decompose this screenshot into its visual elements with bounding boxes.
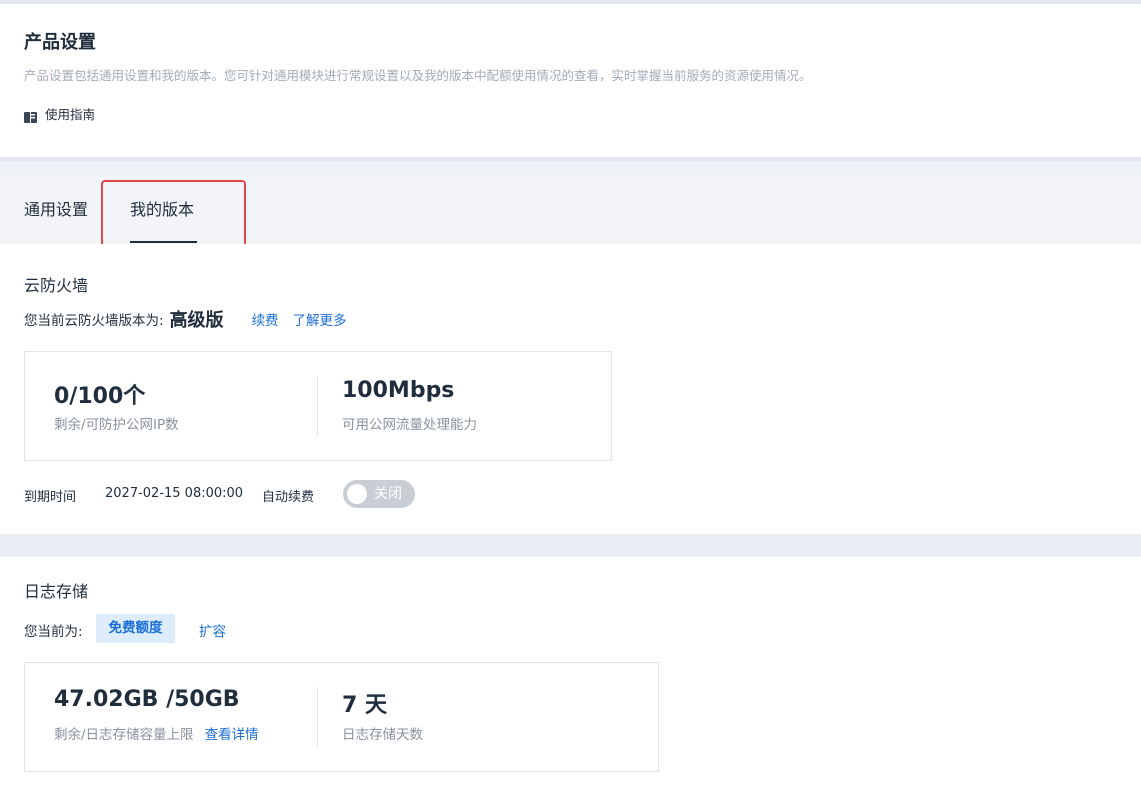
toggle-knob: [347, 484, 367, 504]
view-details-link[interactable]: 查看详情: [205, 727, 259, 743]
usage-guide-label: 使用指南: [45, 107, 96, 122]
page-title: 产品设置: [24, 32, 96, 53]
tab-general-settings[interactable]: 通用设置: [24, 176, 88, 244]
protectable-ip-label: 剩余/可防护公网IP数: [54, 417, 179, 433]
storage-capacity-value: 47.02GB /50GB: [54, 687, 240, 712]
page-header: 产品设置 产品设置包括通用设置和我的版本。您可针对通用模块进行常规设置以及我的版…: [0, 4, 1141, 157]
expiry-label: 到期时间: [24, 490, 77, 505]
bandwidth-label: 可用公网流量处理能力: [342, 417, 477, 433]
card-divider: [317, 376, 318, 436]
log-storage-card: 47.02GB /50GB 剩余/日志存储容量上限 查看详情 7 天 日志存储天…: [24, 662, 659, 772]
expiry-value: 2027-02-15 08:00:00: [105, 486, 244, 501]
storage-capacity-label-row: 剩余/日志存储容量上限 查看详情: [54, 723, 259, 743]
card-divider: [317, 687, 318, 747]
auto-renew-toggle[interactable]: 关闭: [343, 480, 415, 508]
firewall-section: 云防火墙 您当前云防火墙版本为: 高级版 续费 了解更多 0/100个 剩余/可…: [0, 244, 1141, 534]
page-description: 产品设置包括通用设置和我的版本。您可针对通用模块进行常规设置以及我的版本中配额使…: [24, 68, 812, 83]
section-gap: [0, 534, 1141, 557]
usage-guide-link[interactable]: 使用指南: [24, 104, 95, 123]
protectable-ip-value: 0/100个: [54, 384, 146, 409]
expand-link[interactable]: 扩容: [199, 620, 226, 640]
section-gap: [0, 157, 1141, 176]
retention-days-value: 7 天: [342, 693, 387, 718]
firewall-stats-card: 0/100个 剩余/可防护公网IP数 100Mbps 可用公网流量处理能力: [24, 351, 612, 461]
free-quota-badge: 免费额度: [96, 614, 175, 643]
firewall-version-row: 您当前云防火墙版本为: 高级版 续费 了解更多: [24, 306, 347, 332]
log-current-label: 您当前为:: [24, 624, 83, 640]
log-storage-section: 日志存储 您当前为: 免费额度 扩容 47.02GB /50GB 剩余/日志存储…: [0, 557, 1141, 786]
auto-renew-label: 自动续费: [262, 490, 315, 505]
edition-value: 高级版: [169, 310, 224, 331]
renew-link[interactable]: 续费: [252, 309, 279, 329]
storage-capacity-label: 剩余/日志存储容量上限: [54, 727, 194, 743]
learn-more-link[interactable]: 了解更多: [293, 309, 347, 329]
bandwidth-value: 100Mbps: [342, 378, 455, 403]
retention-days-label: 日志存储天数: [342, 727, 423, 743]
current-version-label: 您当前云防火墙版本为:: [24, 313, 164, 329]
firewall-section-title: 云防火墙: [24, 276, 89, 295]
book-icon: [24, 108, 37, 123]
toggle-state-text: 关闭: [374, 486, 402, 502]
log-storage-section-title: 日志存储: [24, 582, 89, 601]
